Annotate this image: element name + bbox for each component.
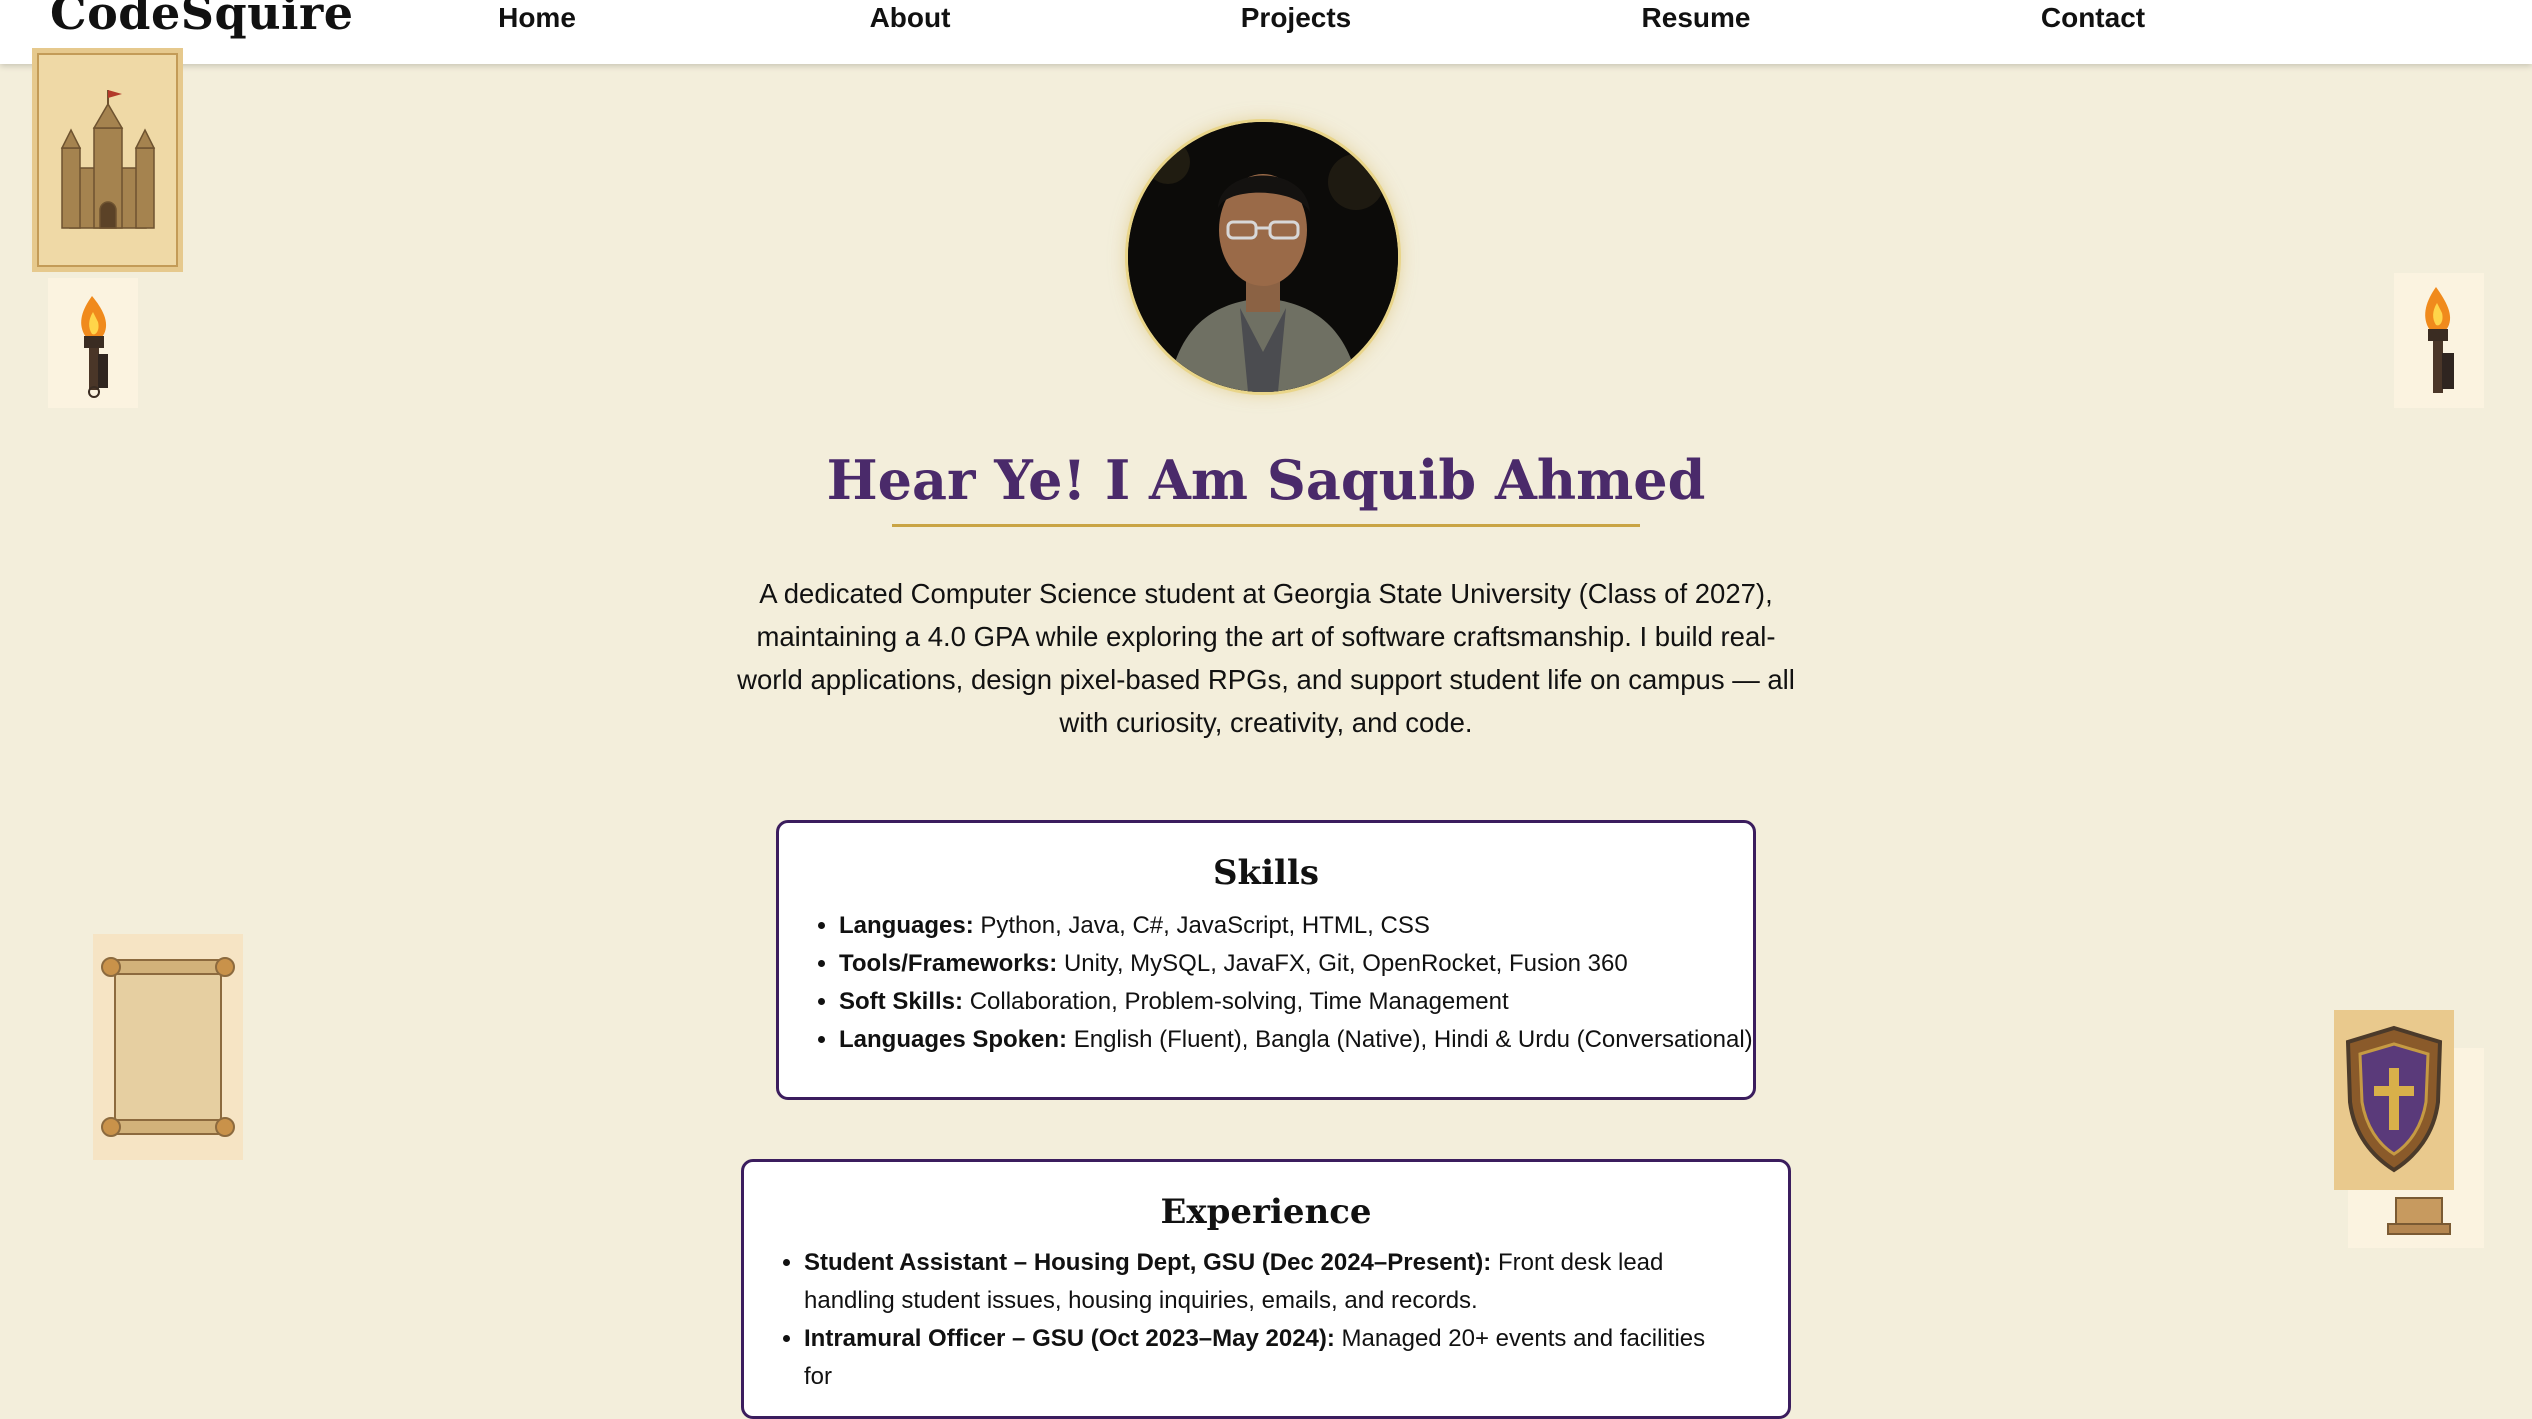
skills-list: Languages: Python, Java, C#, JavaScript,… [779,907,1753,1059]
nav-contact[interactable]: Contact [2041,2,2145,34]
list-item: Soft Skills: Collaboration, Problem-solv… [839,983,1753,1021]
brand-logo[interactable]: CodeSquire [50,0,354,40]
skill-text: Collaboration, Problem-solving, Time Man… [963,988,1509,1015]
skill-text: Unity, MySQL, JavaFX, Git, OpenRocket, F… [1057,950,1628,977]
nav-projects[interactable]: Projects [1241,2,1352,34]
experience-list: Student Assistant – Housing Dept, GSU (D… [744,1244,1734,1396]
list-item: Languages Spoken: English (Fluent), Bang… [839,1021,1753,1059]
skill-label: Soft Skills: [839,988,964,1015]
experience-label: Intramural Officer – GSU (Oct 2023–May 2… [804,1325,1335,1352]
skill-text: English (Fluent), Bangla (Native), Hindi… [1067,1026,1753,1053]
parchment-scroll-icon [93,934,243,1160]
experience-heading: Experience [1160,1192,1372,1232]
experience-card: Experience Student Assistant – Housing D… [741,1159,1791,1419]
torch-icon [2394,273,2484,408]
title-underline [892,524,1640,527]
intro-paragraph: A dedicated Computer Science student at … [737,578,1795,738]
nav-about[interactable]: About [870,2,951,34]
list-item: Student Assistant – Housing Dept, GSU (D… [804,1244,1734,1320]
skills-card: Skills Languages: Python, Java, C#, Java… [776,820,1756,1100]
skill-text: Python, Java, C#, JavaScript, HTML, CSS [973,912,1430,939]
list-item: Intramural Officer – GSU (Oct 2023–May 2… [804,1320,1734,1396]
page-title: Hear Ye! I Am Saquib Ahmed [826,448,1706,512]
skills-heading: Skills [1212,853,1319,893]
nav-home[interactable]: Home [498,2,576,34]
skill-label: Tools/Frameworks: [839,950,1058,977]
skill-label: Languages Spoken: [839,1026,1068,1053]
list-item: Tools/Frameworks: Unity, MySQL, JavaFX, … [839,945,1753,983]
list-item: Languages: Python, Java, C#, JavaScript,… [839,907,1753,945]
skill-label: Languages: [839,912,974,939]
top-navbar: CodeSquire Home About Projects Resume Co… [0,0,2532,64]
nav-resume[interactable]: Resume [1642,2,1751,34]
torch-icon [48,278,138,408]
castle-scroll-icon [32,48,183,272]
experience-label: Student Assistant – Housing Dept, GSU (D… [804,1249,1492,1276]
shield-icon [2334,1010,2454,1190]
profile-avatar [1128,122,1398,392]
